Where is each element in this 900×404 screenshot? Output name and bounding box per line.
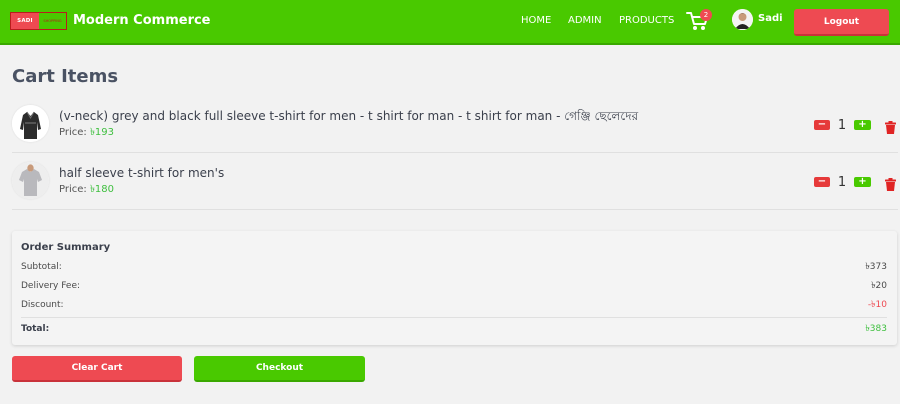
- summary-divider: [21, 317, 887, 318]
- checkout-button[interactable]: Checkout: [194, 356, 365, 382]
- delivery-fee-value: ৳20: [871, 281, 887, 291]
- total-value: ৳383: [865, 324, 887, 334]
- cart-item: (v-neck) grey and black full sleeve t-sh…: [12, 98, 898, 152]
- nav-link-products[interactable]: PRODUCTS: [619, 15, 674, 27]
- quantity-value: 1: [837, 175, 847, 190]
- item-price-row: Price: ৳180: [59, 184, 114, 196]
- price-label: Price:: [59, 184, 87, 195]
- discount-value: -৳10: [867, 300, 887, 310]
- summary-title: Order Summary: [21, 242, 111, 253]
- logo-text-left: SADI: [11, 13, 39, 29]
- item-price-row: Price: ৳193: [59, 127, 114, 139]
- logo-text-right: SHOPPING: [43, 19, 62, 23]
- order-summary: Order Summary Subtotal: ৳373 Delivery Fe…: [12, 231, 897, 345]
- item-price: ৳193: [89, 127, 115, 138]
- username[interactable]: Sadi: [758, 13, 783, 25]
- avatar[interactable]: [732, 9, 753, 30]
- item-name[interactable]: half sleeve t-shirt for men's: [59, 166, 224, 180]
- cart-item: half sleeve t-shirt for men's Price: ৳18…: [12, 155, 898, 209]
- brand-name[interactable]: Modern Commerce: [73, 13, 211, 29]
- product-thumbnail: [12, 162, 49, 199]
- price-label: Price:: [59, 127, 87, 138]
- logout-button[interactable]: Logout: [794, 9, 889, 36]
- divider: [12, 209, 898, 210]
- page-title: Cart Items: [12, 66, 119, 87]
- brand-logo[interactable]: SADI SHOPPING: [10, 12, 67, 30]
- subtotal-value: ৳373: [865, 262, 887, 272]
- trash-icon[interactable]: [885, 119, 896, 134]
- delivery-fee-label: Delivery Fee:: [21, 281, 81, 291]
- increase-quantity-button[interactable]: +: [854, 177, 871, 187]
- nav-link-admin[interactable]: ADMIN: [568, 15, 602, 27]
- nav-link-home[interactable]: HOME: [521, 15, 551, 27]
- total-label: Total:: [21, 324, 50, 334]
- discount-label: Discount:: [21, 300, 64, 310]
- item-price: ৳180: [89, 184, 115, 195]
- navbar: SADI SHOPPING Modern Commerce HOME ADMIN…: [0, 0, 900, 45]
- decrease-quantity-button[interactable]: −: [814, 120, 830, 130]
- increase-quantity-button[interactable]: +: [854, 120, 871, 130]
- trash-icon[interactable]: [885, 176, 896, 191]
- clear-cart-button[interactable]: Clear Cart: [12, 356, 182, 382]
- decrease-quantity-button[interactable]: −: [814, 177, 830, 187]
- quantity-value: 1: [837, 118, 847, 133]
- product-thumbnail: [12, 105, 49, 142]
- cart-count-badge: 2: [700, 9, 712, 21]
- divider: [12, 152, 898, 153]
- subtotal-label: Subtotal:: [21, 262, 62, 272]
- item-name[interactable]: (v-neck) grey and black full sleeve t-sh…: [59, 109, 638, 123]
